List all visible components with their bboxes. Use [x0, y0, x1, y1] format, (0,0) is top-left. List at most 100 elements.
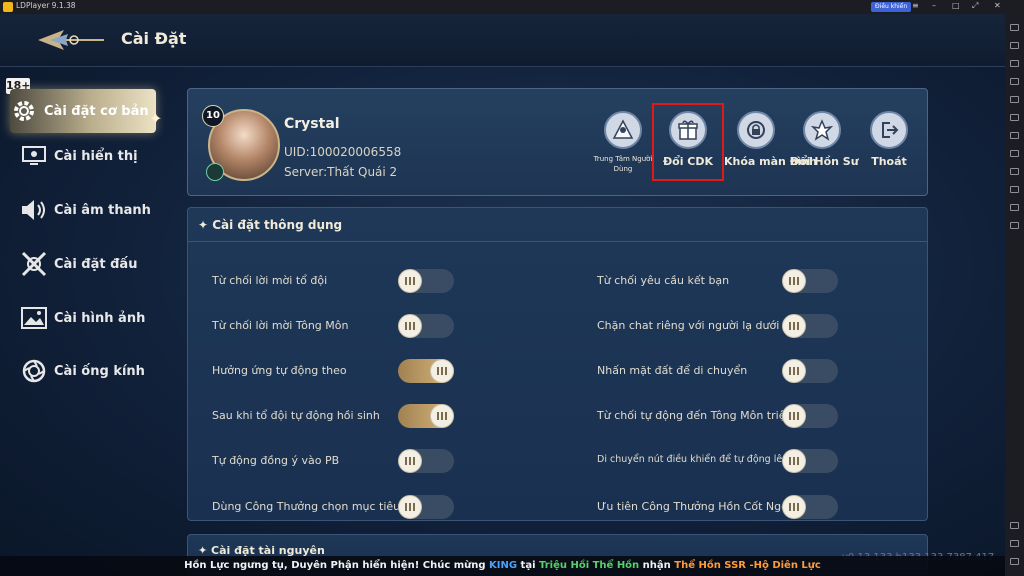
player-uid: UID:100020006558: [284, 145, 402, 159]
image-icon: [20, 304, 48, 332]
action-label: Thoát: [871, 155, 907, 168]
nav-item-sound[interactable]: Cài âm thanh: [20, 190, 160, 230]
user-center-button[interactable]: Trung Tâm Người Dùng: [591, 111, 655, 174]
toolbar-screenshot-icon[interactable]: [1010, 96, 1019, 103]
sparkle-icon: ✦: [149, 109, 163, 128]
lock-screen-icon: [737, 111, 775, 149]
option-label: Từ chối lời mời tổ đội: [212, 274, 328, 287]
monitor-icon: [20, 142, 48, 170]
toggle-auto-join-dungeon[interactable]: [398, 449, 454, 473]
keymap-button[interactable]: Điều khiển: [871, 2, 912, 12]
option-label: Chặn chat riêng với người lạ dưới Lv20: [597, 319, 810, 332]
ticker-player: KING: [489, 560, 518, 571]
nav-item-image[interactable]: Cài hình ảnh: [20, 298, 160, 338]
toggle-knob: [430, 359, 454, 383]
player-name: Crystal: [284, 116, 340, 132]
toggle-decline-team-invite[interactable]: [398, 269, 454, 293]
faction-emblem-icon: [206, 163, 224, 181]
toolbar-keyboard-icon[interactable]: [1010, 42, 1019, 49]
nav-item-label: Cài âm thanh: [54, 202, 151, 218]
toolbar-volume-up-icon[interactable]: [1010, 60, 1019, 67]
toolbar-settings-icon[interactable]: [1010, 24, 1019, 31]
crossed-swords-icon: [20, 250, 48, 278]
change-soul-master-button[interactable]: Đổi Hồn Sư: [790, 111, 859, 168]
menu-icon[interactable]: ≡: [912, 1, 919, 10]
close-icon[interactable]: ✕: [994, 1, 1001, 10]
toggle-auto-follow[interactable]: [398, 359, 454, 383]
section-title: Cài đặt thông dụng: [212, 218, 343, 232]
minimize-icon[interactable]: –: [932, 1, 936, 10]
nav-item-label: Cài hiển thị: [54, 148, 138, 164]
toggle-knob: [782, 449, 806, 473]
level-badge: 10: [202, 105, 224, 127]
toolbar-location-icon[interactable]: [1010, 204, 1019, 211]
nav-item-label: Cài hình ảnh: [54, 310, 146, 326]
toggle-knob: [782, 269, 806, 293]
page-title: Cài Đặt: [121, 29, 187, 48]
section-divider: [188, 241, 927, 242]
fullscreen-icon[interactable]: ⤢: [972, 1, 978, 11]
toolbar-operation-icon[interactable]: [1010, 132, 1019, 139]
gear-icon: [10, 97, 38, 125]
emulator-title: LDPlayer 9.1.38: [16, 1, 76, 10]
option-label: Từ chối lời mời Tông Môn: [212, 319, 349, 332]
profile-panel: 10 Crystal UID:100020006558 Server:Thất …: [187, 88, 928, 196]
toggle-block-stranger-chat[interactable]: [782, 314, 838, 338]
option-label: Dùng Công Thưởng chọn mục tiêu: [212, 500, 401, 513]
user-center-icon: [604, 111, 642, 149]
emulator-side-toolbar: [1005, 14, 1024, 576]
sparkle-icon: ✦: [198, 218, 213, 232]
nav-item-label: Cài ống kính: [54, 363, 145, 379]
toggle-tap-ground-move[interactable]: [782, 359, 838, 383]
toggle-knob: [782, 314, 806, 338]
toggle-attack-target-select[interactable]: [398, 495, 454, 519]
toggle-knob: [398, 314, 422, 338]
ticker-text: Hồn Lực ngưng tụ, Duyên Phận hiển hiện! …: [184, 560, 490, 571]
section-header: ✦ Cài đặt thông dụng: [198, 218, 342, 232]
toggle-knob: [398, 269, 422, 293]
nav-item-basic-settings[interactable]: Cài đặt cơ bản: [10, 89, 156, 133]
toggle-decline-sect-invite[interactable]: [398, 314, 454, 338]
nav-item-camera-lens[interactable]: Cài ống kính: [20, 351, 160, 391]
option-label: Tự động đồng ý vào PB: [212, 454, 340, 467]
exit-button[interactable]: Thoát: [857, 111, 921, 168]
toolbar-record-icon[interactable]: [1010, 114, 1019, 121]
soul-master-icon: [803, 111, 841, 149]
nav-item-display[interactable]: Cài hiển thị: [20, 136, 160, 176]
nav-item-battle[interactable]: Cài đặt đấu: [20, 244, 160, 284]
ticker-reward: Thể Hồn SSR -Hộ Diên Lực: [674, 560, 821, 571]
toggle-prioritize-outer-bone[interactable]: [782, 495, 838, 519]
header-bar: Cài Đặt: [0, 14, 1005, 67]
toolbar-folder-icon[interactable]: [1010, 186, 1019, 193]
speaker-icon: [20, 196, 48, 224]
toolbar-recent-icon[interactable]: [1010, 558, 1019, 565]
option-label: Ưu tiên Công Thưởng Hồn Cốt Ngoài: [597, 500, 798, 513]
toolbar-apk-icon[interactable]: [1010, 168, 1019, 175]
player-server: Server:Thất Quái 2: [284, 165, 398, 179]
toggle-knob: [430, 404, 454, 428]
toggle-knob: [782, 404, 806, 428]
action-label: Khóa màn hình: [724, 155, 817, 168]
toggle-auto-mount[interactable]: [782, 449, 838, 473]
toggle-auto-revive[interactable]: [398, 404, 454, 428]
maximize-icon[interactable]: □: [952, 1, 960, 10]
back-button[interactable]: [36, 26, 106, 58]
option-label: Sau khi tổ đội tự động hồi sinh: [212, 409, 380, 422]
lock-screen-button[interactable]: Khóa màn hình: [724, 111, 817, 168]
option-label: Từ chối yêu cầu kết bạn: [597, 274, 730, 287]
toolbar-sync-icon[interactable]: [1010, 150, 1019, 157]
toolbar-shake-icon[interactable]: [1010, 222, 1019, 229]
winged-emblem-icon: [38, 30, 104, 50]
toolbar-home-icon[interactable]: [1010, 540, 1019, 547]
ticker-place: Triệu Hồi Thể Hồn: [539, 560, 640, 571]
option-label: Nhấn mặt đất để di chuyển: [597, 364, 748, 377]
toolbar-back-icon[interactable]: [1010, 522, 1019, 529]
announcement-ticker: Hồn Lực ngưng tụ, Duyên Phận hiển hiện! …: [0, 556, 1005, 576]
general-settings-panel: ✦ Cài đặt thông dụng Từ chối lời mời tổ …: [187, 207, 928, 521]
toolbar-volume-down-icon[interactable]: [1010, 78, 1019, 85]
ldplayer-logo-icon: [3, 2, 13, 12]
toggle-knob: [398, 495, 422, 519]
toggle-decline-friend-request[interactable]: [782, 269, 838, 293]
toggle-decline-sect-summon[interactable]: [782, 404, 838, 428]
ticker-text: nhận: [639, 560, 675, 571]
